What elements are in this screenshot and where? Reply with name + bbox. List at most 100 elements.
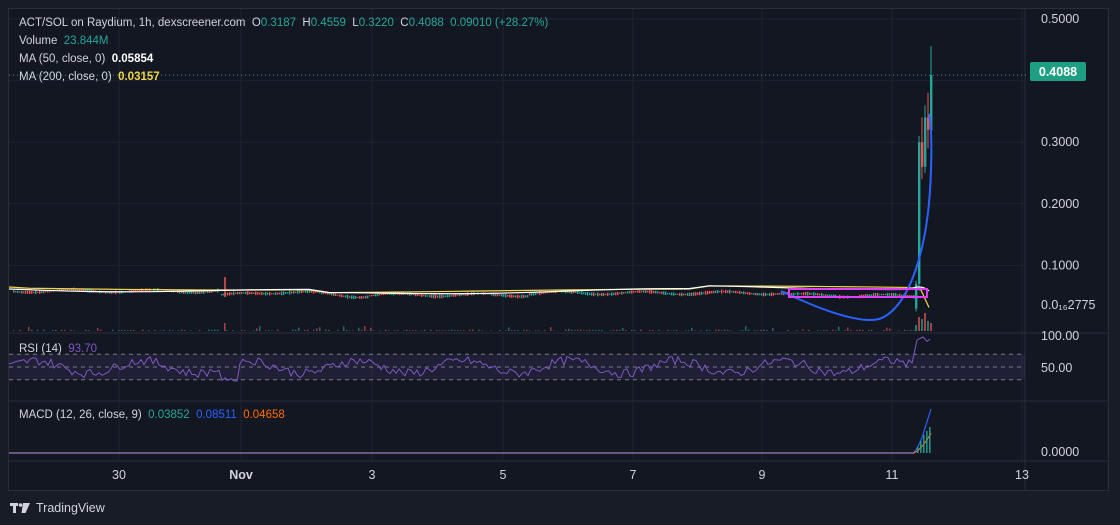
candle [683, 293, 685, 296]
candle [597, 292, 599, 297]
volume-bar [163, 329, 165, 331]
candle [593, 292, 595, 297]
candle [297, 290, 299, 294]
candle [701, 291, 703, 295]
volume-bar [622, 328, 624, 331]
candle [361, 295, 363, 299]
volume-bar [424, 329, 426, 331]
volume-bar [19, 329, 21, 331]
volume-bar [364, 326, 366, 331]
candle [675, 293, 677, 296]
volume-bar [847, 327, 849, 331]
candle [353, 295, 355, 300]
branding-text: TradingView [36, 501, 105, 515]
candle [365, 295, 367, 299]
chart-frame[interactable]: 0.5000 0.3000 0.2000 0.1000 0.0₁₆2775 100.00 5… [8, 8, 1109, 491]
price-tick-label: 0.2000 [1041, 197, 1079, 211]
volume-bar [610, 330, 612, 331]
candle [793, 292, 795, 296]
volume-bar [361, 329, 363, 331]
volume-bar [295, 329, 297, 331]
ma200-value: 0.03157 [118, 71, 160, 83]
candle [901, 294, 903, 297]
volume-bar [625, 330, 627, 331]
volume-bar [253, 330, 255, 331]
candle [751, 293, 753, 295]
macd-histogram-bar [929, 427, 931, 453]
tradingview-branding[interactable]: TradingView [10, 498, 105, 518]
candle [773, 292, 775, 296]
volume-bar [826, 329, 828, 331]
time-tick-label: 30 [112, 468, 126, 482]
candle [809, 292, 811, 295]
candle [803, 292, 805, 296]
candle [763, 292, 765, 297]
candle [601, 292, 603, 297]
candle [251, 292, 253, 295]
candle [193, 291, 195, 294]
candle [269, 292, 271, 296]
time-tick-label: 13 [1015, 468, 1029, 482]
volume-bar [667, 329, 669, 331]
candle [883, 293, 885, 296]
candle [711, 290, 713, 294]
volume-bar [817, 330, 819, 331]
candle [19, 291, 21, 293]
candle [705, 290, 707, 295]
candle [807, 291, 809, 296]
candle [619, 292, 621, 294]
volume-bar [217, 329, 219, 331]
volume-bar [307, 329, 309, 331]
candle [739, 290, 741, 295]
candle [611, 292, 613, 296]
volume-bar [412, 330, 414, 331]
candle [279, 292, 281, 295]
volume-bar [754, 330, 756, 331]
candle [369, 295, 371, 297]
candle [307, 289, 309, 294]
candle [921, 142, 924, 167]
candle [301, 290, 303, 294]
volume-bar [160, 330, 162, 331]
candle [255, 291, 257, 296]
volume-bar [70, 329, 72, 331]
candle [221, 293, 223, 296]
volume-bar [739, 330, 741, 331]
candle [583, 292, 585, 295]
candle [511, 294, 513, 298]
volume-bar [517, 330, 519, 331]
candle [617, 291, 619, 296]
volume-bar [763, 329, 765, 331]
candle [897, 294, 899, 296]
candle [749, 292, 751, 295]
candle [449, 294, 451, 297]
candle [679, 293, 681, 296]
volume-bar [921, 319, 923, 331]
volume-bar [124, 330, 126, 331]
candle [303, 291, 305, 293]
time-tick-label: 3 [369, 468, 376, 482]
candle [293, 291, 295, 294]
candle [443, 295, 445, 298]
ma50-legend: MA (50, close, 0) 0.05854 [19, 53, 153, 65]
volume-bar [178, 330, 180, 331]
candle [717, 290, 719, 294]
candle [737, 291, 739, 294]
candle [811, 293, 813, 295]
candle [667, 292, 669, 295]
candle [639, 290, 641, 293]
volume-bar [154, 329, 156, 331]
volume-bar [658, 329, 660, 331]
candle [507, 295, 509, 297]
candle [241, 292, 243, 295]
candle [277, 292, 279, 295]
candle [747, 292, 749, 295]
volume-bar [802, 329, 804, 331]
volume-bar [478, 329, 480, 331]
macd-label: MACD (12, 26, close, 9) [19, 409, 142, 421]
volume-bar [772, 328, 774, 331]
candle [825, 294, 827, 297]
volume-bar [316, 328, 318, 331]
candle [205, 291, 207, 293]
volume-bar [448, 330, 450, 331]
